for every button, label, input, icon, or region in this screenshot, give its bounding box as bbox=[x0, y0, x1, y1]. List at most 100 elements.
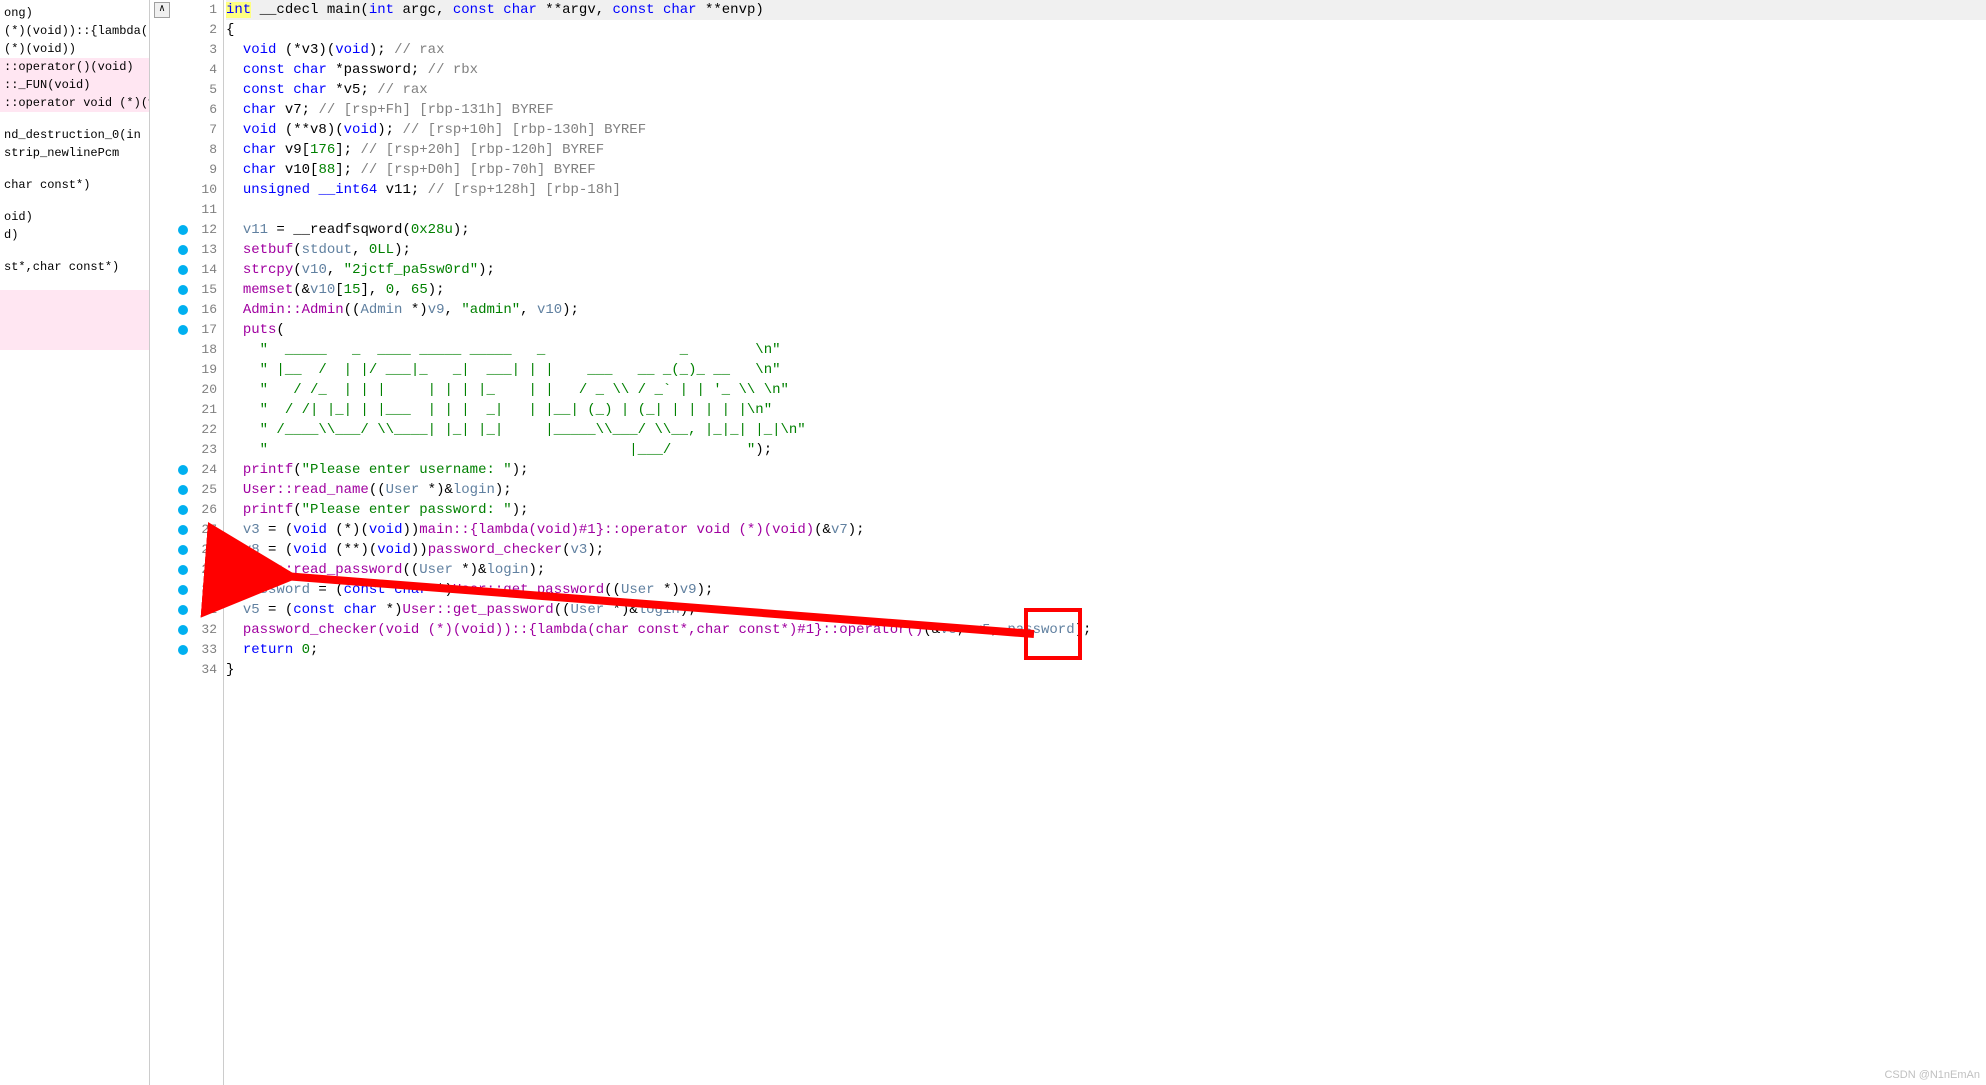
code-line[interactable]: memset(&v10[15], 0, 65); bbox=[226, 280, 1986, 300]
function-list-item[interactable]: strip_newlinePcm bbox=[0, 144, 149, 162]
line-number: 1 bbox=[174, 0, 217, 20]
line-number: 25 bbox=[174, 480, 217, 500]
code-line[interactable]: char v7; // [rsp+Fh] [rbp-131h] BYREF bbox=[226, 100, 1986, 120]
breakpoint-marker[interactable] bbox=[178, 465, 188, 475]
code-content[interactable]: int __cdecl main(int argc, const char **… bbox=[224, 0, 1986, 1085]
line-number: 6 bbox=[174, 100, 217, 120]
line-number: 28 bbox=[174, 540, 217, 560]
code-line[interactable]: const char *password; // rbx bbox=[226, 60, 1986, 80]
function-list-item[interactable]: char const*) bbox=[0, 176, 149, 194]
breakpoint-marker[interactable] bbox=[178, 605, 188, 615]
line-number: 30 bbox=[174, 580, 217, 600]
line-number: 17 bbox=[174, 320, 217, 340]
code-line[interactable]: printf("Please enter password: "); bbox=[226, 500, 1986, 520]
breakpoint-marker[interactable] bbox=[178, 525, 188, 535]
line-number: 33 bbox=[174, 640, 217, 660]
function-list-panel[interactable]: ong) (*)(void))::{lambda( (*)(void)) ::o… bbox=[0, 0, 150, 1085]
function-list-item[interactable]: ::operator void (*)(vo bbox=[0, 94, 149, 112]
code-line[interactable]: " |___/ "); bbox=[226, 440, 1986, 460]
code-line[interactable]: const char *v5; // rax bbox=[226, 80, 1986, 100]
code-line[interactable]: " |__ / | |/ ___|_ _| ___| | | ___ __ _(… bbox=[226, 360, 1986, 380]
function-list-item[interactable]: ong) bbox=[0, 4, 149, 22]
function-list-item[interactable]: ::operator()(void) bbox=[0, 58, 149, 76]
line-number: 22 bbox=[174, 420, 217, 440]
line-number: 23 bbox=[174, 440, 217, 460]
breakpoint-marker[interactable] bbox=[178, 545, 188, 555]
code-line[interactable]: unsigned __int64 v11; // [rsp+128h] [rbp… bbox=[226, 180, 1986, 200]
function-list-item[interactable]: (*)(void))::{lambda( bbox=[0, 22, 149, 40]
breakpoint-marker[interactable] bbox=[178, 485, 188, 495]
code-line[interactable]: v3 = (void (*)(void))main::{lambda(void)… bbox=[226, 520, 1986, 540]
line-number-gutter: 1234567891011121314151617181920212223242… bbox=[174, 0, 224, 1085]
code-line[interactable]: " / /_ | | | | | | |_ | | / _ \\ / _` | … bbox=[226, 380, 1986, 400]
function-list-item[interactable]: oid) bbox=[0, 208, 149, 226]
line-number: 27 bbox=[174, 520, 217, 540]
code-line[interactable]: puts( bbox=[226, 320, 1986, 340]
breakpoint-marker[interactable] bbox=[178, 505, 188, 515]
code-line[interactable]: char v9[176]; // [rsp+20h] [rbp-120h] BY… bbox=[226, 140, 1986, 160]
function-list-item[interactable]: d) bbox=[0, 226, 149, 244]
line-number: 15 bbox=[174, 280, 217, 300]
function-list-item[interactable]: st*,char const*) bbox=[0, 258, 149, 276]
breakpoint-marker[interactable] bbox=[178, 305, 188, 315]
breakpoint-marker[interactable] bbox=[178, 645, 188, 655]
line-number: 18 bbox=[174, 340, 217, 360]
line-number: 9 bbox=[174, 160, 217, 180]
line-number: 20 bbox=[174, 380, 217, 400]
line-number: 26 bbox=[174, 500, 217, 520]
code-line[interactable]: v11 = __readfsqword(0x28u); bbox=[226, 220, 1986, 240]
breakpoint-marker[interactable] bbox=[178, 565, 188, 575]
line-number: 12 bbox=[174, 220, 217, 240]
code-line[interactable]: " /____\\___/ \\____| |_| |_| |_____\\__… bbox=[226, 420, 1986, 440]
line-number: 19 bbox=[174, 360, 217, 380]
breakpoint-marker[interactable] bbox=[178, 285, 188, 295]
code-line[interactable]: v5 = (const char *)User::get_password((U… bbox=[226, 600, 1986, 620]
code-line[interactable]: setbuf(stdout, 0LL); bbox=[226, 240, 1986, 260]
code-line[interactable]: v8 = (void (**)(void))password_checker(v… bbox=[226, 540, 1986, 560]
code-line[interactable]: void (**v8)(void); // [rsp+10h] [rbp-130… bbox=[226, 120, 1986, 140]
breakpoint-marker[interactable] bbox=[178, 225, 188, 235]
function-list-item[interactable] bbox=[0, 290, 149, 320]
breakpoint-marker[interactable] bbox=[178, 245, 188, 255]
breakpoint-marker[interactable] bbox=[178, 265, 188, 275]
code-line[interactable]: User::read_name((User *)&login); bbox=[226, 480, 1986, 500]
code-line[interactable]: void (*v3)(void); // rax bbox=[226, 40, 1986, 60]
line-number: 4 bbox=[174, 60, 217, 80]
breakpoint-marker[interactable] bbox=[178, 585, 188, 595]
code-line[interactable]: return 0; bbox=[226, 640, 1986, 660]
function-list-item[interactable]: (*)(void)) bbox=[0, 40, 149, 58]
code-line[interactable] bbox=[226, 200, 1986, 220]
code-editor[interactable]: 1234567891011121314151617181920212223242… bbox=[174, 0, 1986, 1085]
code-line[interactable]: { bbox=[226, 20, 1986, 40]
line-number: 3 bbox=[174, 40, 217, 60]
code-line[interactable]: User::read_password((User *)&login); bbox=[226, 560, 1986, 580]
line-number: 13 bbox=[174, 240, 217, 260]
line-number: 10 bbox=[174, 180, 217, 200]
line-number: 11 bbox=[174, 200, 217, 220]
line-number: 5 bbox=[174, 80, 217, 100]
code-line[interactable]: " _____ _ ____ _____ _____ _ _ \n" bbox=[226, 340, 1986, 360]
breakpoint-marker[interactable] bbox=[178, 325, 188, 335]
line-number: 31 bbox=[174, 600, 217, 620]
scroll-up-button[interactable]: ∧ bbox=[154, 2, 170, 18]
function-list-item[interactable]: nd_destruction_0(in bbox=[0, 126, 149, 144]
code-line[interactable]: Admin::Admin((Admin *)v9, "admin", v10); bbox=[226, 300, 1986, 320]
watermark: CSDN @N1nEmAn bbox=[1884, 1069, 1980, 1081]
code-line[interactable]: " / /| |_| | |___ | | | _| | |__| (_) | … bbox=[226, 400, 1986, 420]
function-list-item[interactable]: ::_FUN(void) bbox=[0, 76, 149, 94]
breakpoint-marker[interactable] bbox=[178, 625, 188, 635]
line-number: 2 bbox=[174, 20, 217, 40]
code-line[interactable]: printf("Please enter username: "); bbox=[226, 460, 1986, 480]
line-number: 34 bbox=[174, 660, 217, 680]
line-number: 24 bbox=[174, 460, 217, 480]
line-number: 8 bbox=[174, 140, 217, 160]
code-line[interactable]: password_checker(void (*)(void))::{lambd… bbox=[226, 620, 1986, 640]
code-line[interactable]: char v10[88]; // [rsp+D0h] [rbp-70h] BYR… bbox=[226, 160, 1986, 180]
code-line[interactable]: strcpy(v10, "2jctf_pa5sw0rd"); bbox=[226, 260, 1986, 280]
function-list-item[interactable] bbox=[0, 320, 149, 350]
code-line[interactable]: int __cdecl main(int argc, const char **… bbox=[226, 0, 1986, 20]
code-line[interactable]: } bbox=[226, 660, 1986, 680]
code-line[interactable]: password = (const char *)User::get_passw… bbox=[226, 580, 1986, 600]
line-number: 29 bbox=[174, 560, 217, 580]
line-number: 32 bbox=[174, 620, 217, 640]
